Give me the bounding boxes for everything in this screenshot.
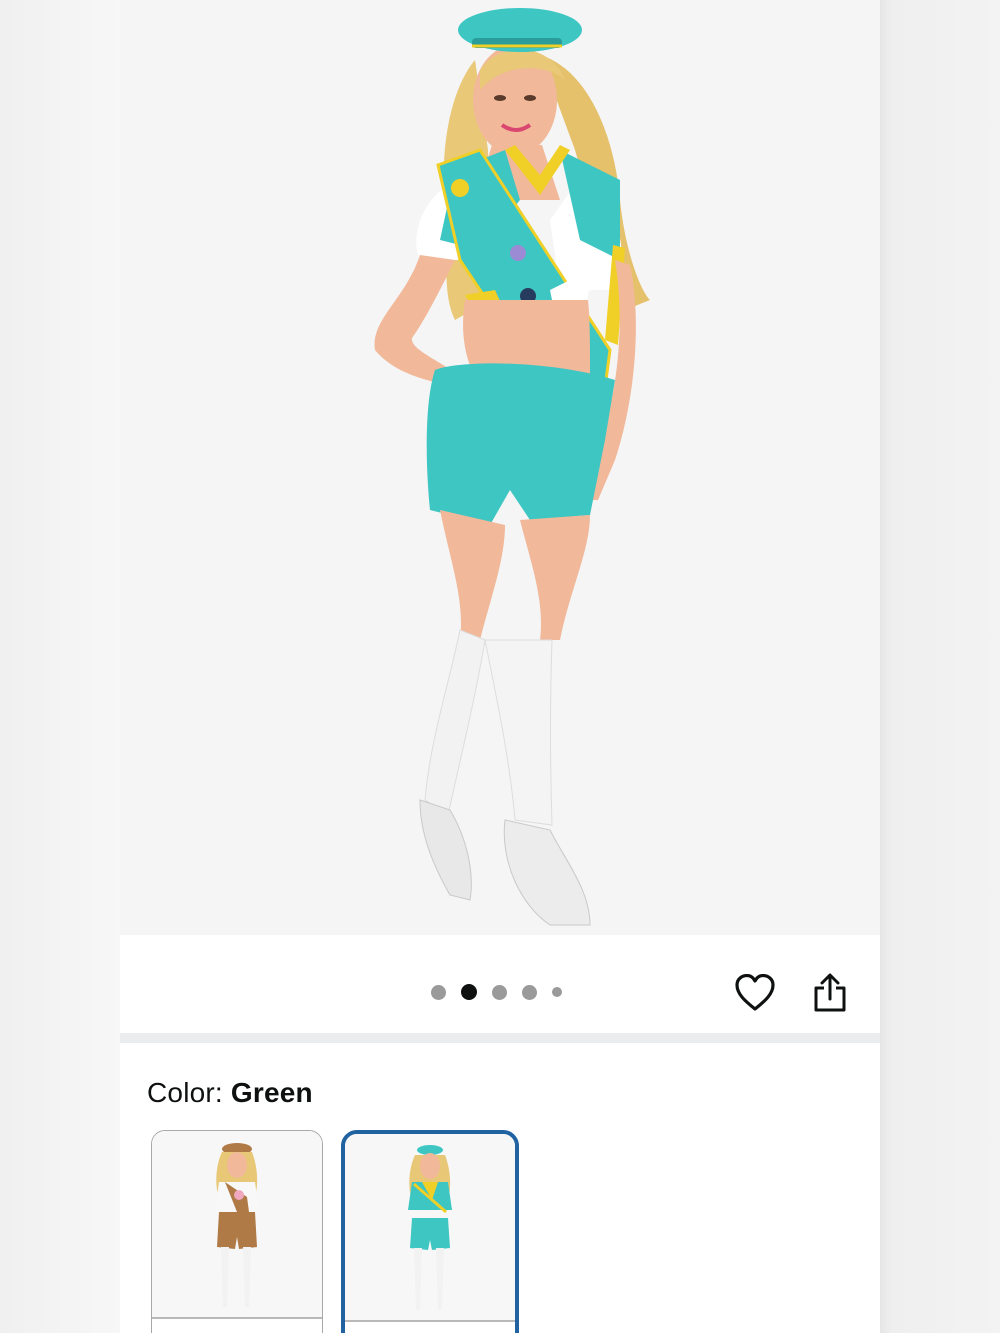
product-main-image[interactable] [120, 0, 880, 935]
share-button[interactable] [808, 971, 852, 1015]
image-carousel-controls [120, 935, 880, 1033]
product-photo-illustration [374, 8, 650, 926]
page-background-right [880, 0, 1000, 1333]
carousel-dot[interactable] [522, 984, 537, 1000]
page-background-left [0, 0, 120, 1333]
carousel-dot[interactable] [552, 987, 562, 997]
section-divider [120, 1033, 880, 1043]
swatch-separator [345, 1320, 515, 1322]
add-to-wishlist-button[interactable] [733, 971, 777, 1015]
swatch-thumbnail [152, 1131, 322, 1317]
color-swatch-brown[interactable] [151, 1130, 323, 1333]
color-swatch-green-selected[interactable] [341, 1130, 519, 1333]
color-label-prefix: Color: [147, 1077, 223, 1108]
swatch-separator [152, 1317, 322, 1319]
product-detail-column: Color: Green [120, 0, 880, 1333]
carousel-dot[interactable] [492, 984, 507, 1000]
carousel-dots [431, 984, 562, 1000]
heart-outline-icon [735, 974, 775, 1011]
carousel-dot-active[interactable] [461, 984, 477, 1000]
share-icon [814, 973, 846, 1012]
swatch-thumbnail [345, 1134, 515, 1320]
color-selector: Color: Green [120, 1043, 880, 1333]
color-label: Color: Green [147, 1077, 313, 1109]
swatch-green-image [408, 1145, 452, 1310]
carousel-dot[interactable] [431, 984, 446, 1000]
selected-color-value: Green [230, 1077, 313, 1108]
swatch-brown-image [215, 1143, 259, 1307]
